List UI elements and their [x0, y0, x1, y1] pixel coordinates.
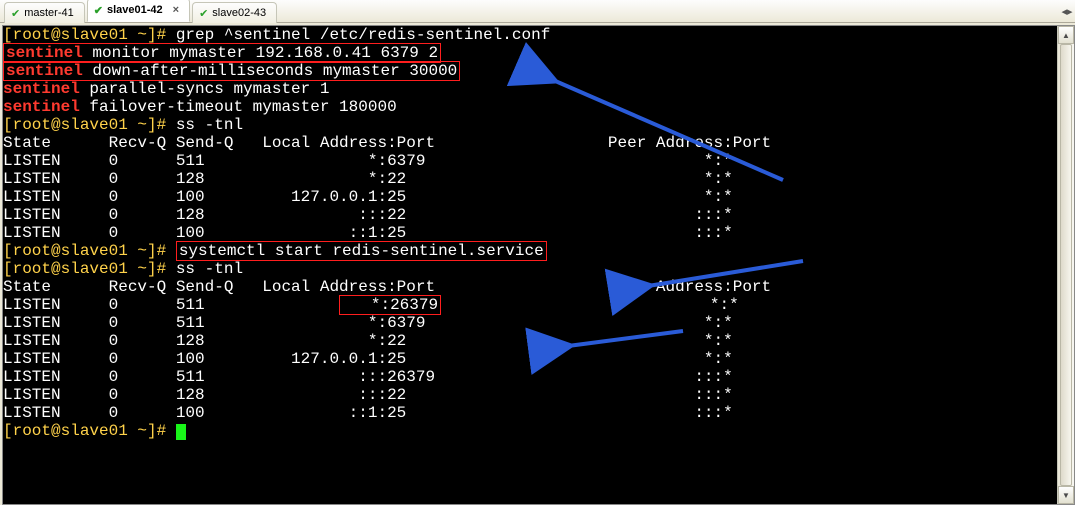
- ss-header: State Recv-Q Send-Q Local Address:Port P…: [3, 134, 1074, 152]
- prompt-line: [root@slave01 ~]#: [3, 422, 1074, 440]
- scroll-down-icon[interactable]: ▼: [1058, 486, 1074, 504]
- tab-label: slave02-43: [212, 7, 266, 19]
- ss-row: LISTEN 0 100 ::1:25 :::*: [3, 404, 1074, 422]
- ss-row: LISTEN 0 128 *:22 *:*: [3, 170, 1074, 188]
- check-icon: ✔: [199, 7, 208, 20]
- prompt: [root@slave01 ~]#: [3, 26, 176, 44]
- ss-row: LISTEN 0 128 *:22 *:*: [3, 332, 1074, 350]
- tab-label: slave01-42: [107, 4, 163, 16]
- cmd-ss: [root@slave01 ~]# ss -tnl: [3, 116, 1074, 134]
- cmd-grep: [root@slave01 ~]# grep ^sentinel /etc/re…: [3, 26, 1074, 44]
- check-icon: ✔: [94, 4, 103, 17]
- ss-row: LISTEN 0 511 :::26379 :::*: [3, 368, 1074, 386]
- prompt: [root@slave01 ~]#: [3, 116, 176, 134]
- tabbar-menu-icon[interactable]: ◂▸: [1059, 0, 1075, 22]
- ss-row: LISTEN 0 100 ::1:25 :::*: [3, 224, 1074, 242]
- check-icon: ✔: [11, 7, 20, 20]
- tab-slave01-42[interactable]: ✔ slave01-42 ×: [87, 0, 190, 22]
- ss-row: LISTEN 0 511 *:6379 *:*: [3, 152, 1074, 170]
- ss-row: LISTEN 0 100 127.0.0.1:25 *:*: [3, 350, 1074, 368]
- cursor: [176, 424, 186, 440]
- tab-slave02-43[interactable]: ✔ slave02-43: [192, 2, 277, 23]
- tab-label: master-41: [24, 7, 74, 19]
- scroll-up-icon[interactable]: ▲: [1058, 26, 1074, 44]
- terminal[interactable]: [root@slave01 ~]# grep ^sentinel /etc/re…: [2, 25, 1075, 505]
- ss-row: LISTEN 0 511 *:26379 *:*: [3, 296, 1074, 314]
- ss-row: LISTEN 0 128 :::22 :::*: [3, 206, 1074, 224]
- conf-line: sentinel monitor mymaster 192.168.0.41 6…: [3, 44, 1074, 62]
- conf-line: sentinel parallel-syncs mymaster 1: [3, 80, 1074, 98]
- scroll-thumb[interactable]: [1060, 44, 1072, 486]
- ss-row: LISTEN 0 100 127.0.0.1:25 *:*: [3, 188, 1074, 206]
- prompt: [root@slave01 ~]#: [3, 242, 176, 260]
- ss-row: LISTEN 0 128 :::22 :::*: [3, 386, 1074, 404]
- prompt: [root@slave01 ~]#: [3, 260, 176, 278]
- conf-line: sentinel down-after-milliseconds mymaste…: [3, 62, 1074, 80]
- cmd-systemctl: [root@slave01 ~]# systemctl start redis-…: [3, 242, 1074, 260]
- prompt: [root@slave01 ~]#: [3, 422, 176, 440]
- ss-header: State Recv-Q Send-Q Local Address:Port P…: [3, 278, 1074, 296]
- conf-line: sentinel failover-timeout mymaster 18000…: [3, 98, 1074, 116]
- close-icon[interactable]: ×: [173, 4, 179, 16]
- cmd-ss: [root@slave01 ~]# ss -tnl: [3, 260, 1074, 278]
- scrollbar-vertical[interactable]: ▲ ▼: [1057, 26, 1074, 504]
- ss-row: LISTEN 0 511 *:6379 *:*: [3, 314, 1074, 332]
- tab-master-41[interactable]: ✔ master-41: [4, 2, 85, 23]
- tab-bar: ✔ master-41 ✔ slave01-42 × ✔ slave02-43 …: [0, 0, 1075, 23]
